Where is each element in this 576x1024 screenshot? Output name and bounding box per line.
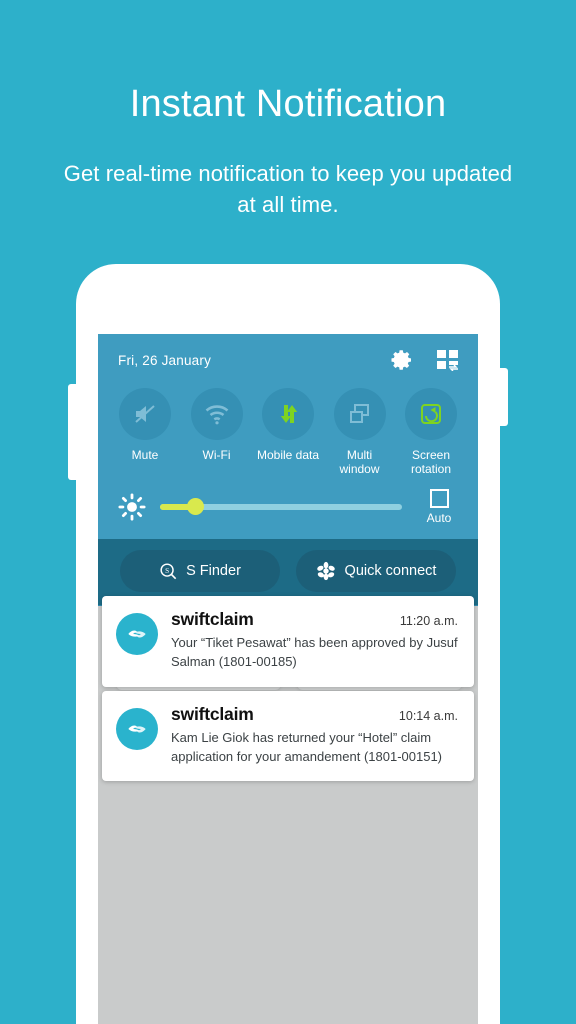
grid-toggle-icon[interactable] bbox=[436, 349, 460, 371]
slider-thumb[interactable] bbox=[186, 498, 204, 516]
notification-time: 11:20 a.m. bbox=[399, 614, 458, 628]
promo-subtitle: Get real-time notification to keep you u… bbox=[63, 160, 513, 218]
brightness-row: Auto bbox=[98, 479, 478, 539]
toggle-wifi[interactable]: Wi-Fi bbox=[184, 388, 250, 477]
toggle-mobile-data[interactable]: Mobile data bbox=[255, 388, 321, 477]
volume-button[interactable] bbox=[68, 384, 76, 480]
notification-item[interactable]: swiftclaim 11:20 a.m. Your “Tiket Pesawa… bbox=[102, 596, 474, 687]
status-date: Fri, 26 January bbox=[118, 352, 212, 368]
notification-app-name: swiftclaim bbox=[171, 703, 254, 724]
auto-brightness-checkbox[interactable]: Auto bbox=[416, 488, 462, 525]
quick-connect-icon bbox=[316, 561, 335, 580]
auto-label: Auto bbox=[426, 510, 452, 525]
notification-app-name: swiftclaim bbox=[171, 609, 254, 629]
swiftclaim-logo-icon bbox=[116, 707, 158, 750]
brightness-slider[interactable] bbox=[160, 498, 402, 516]
checkbox-square bbox=[429, 488, 449, 508]
toggle-label: Wi-Fi bbox=[202, 448, 231, 462]
mobile-data-icon bbox=[262, 388, 314, 440]
toggle-multi-window[interactable]: Multi window bbox=[327, 388, 393, 477]
phone-screen: FEB/17 APR/17 JUN/17 AUG/17 (This Month) bbox=[98, 334, 478, 1024]
promo-header: Instant Notification Get real-time notif… bbox=[0, 0, 576, 220]
quick-settings-header: Fri, 26 January bbox=[98, 334, 478, 378]
page-title: Instant Notification bbox=[129, 83, 447, 125]
quick-connect-label: Quick connect bbox=[344, 562, 437, 579]
toggle-screen-rotation[interactable]: Screen rotation bbox=[398, 388, 464, 477]
notification-header: swiftclaim 11:20 a.m. bbox=[171, 609, 458, 630]
quick-settings-panel: Fri, 26 January Mute Wi-Fi Mobile data M… bbox=[98, 334, 478, 606]
notification-text: Kam Lie Giok has returned your “Hotel” c… bbox=[171, 729, 443, 764]
quick-actions-row: S S Finder Quick connect bbox=[98, 538, 478, 605]
notification-list: swiftclaim 11:20 a.m. Your “Tiket Pesawa… bbox=[98, 596, 478, 785]
notification-body: swiftclaim 10:14 a.m. Kam Lie Giok has r… bbox=[171, 704, 458, 767]
notification-item[interactable]: swiftclaim 10:14 a.m. Kam Lie Giok has r… bbox=[102, 690, 474, 782]
gear-icon[interactable] bbox=[390, 348, 414, 372]
swiftclaim-logo-icon bbox=[116, 613, 158, 655]
notification-body: swiftclaim 11:20 a.m. Your “Tiket Pesawa… bbox=[171, 609, 458, 672]
toggle-label: Mobile data bbox=[256, 448, 320, 462]
screen-rotation-icon bbox=[405, 388, 457, 440]
quick-connect-button[interactable]: Quick connect bbox=[296, 549, 456, 592]
mute-icon bbox=[119, 388, 171, 440]
power-button[interactable] bbox=[500, 368, 508, 426]
toggle-label: Mute bbox=[131, 448, 159, 462]
s-finder-label: S Finder bbox=[186, 562, 241, 579]
quick-toggle-row: Mute Wi-Fi Mobile data Multi window Scre… bbox=[98, 378, 478, 479]
toggle-label: Screen rotation bbox=[410, 448, 452, 477]
notification-header: swiftclaim 10:14 a.m. bbox=[171, 704, 458, 725]
notification-time: 10:14 a.m. bbox=[398, 708, 458, 723]
notification-text: Your “Tiket Pesawat” has been approved b… bbox=[171, 635, 458, 669]
toggle-mute[interactable]: Mute bbox=[112, 388, 178, 477]
brightness-icon bbox=[118, 493, 146, 521]
s-finder-button[interactable]: S S Finder bbox=[120, 549, 280, 592]
toggle-label: Multi window bbox=[339, 448, 380, 477]
svg-text:S: S bbox=[165, 567, 169, 575]
wifi-icon bbox=[190, 388, 243, 440]
search-icon: S bbox=[160, 563, 177, 580]
multi-window-icon bbox=[333, 388, 386, 440]
